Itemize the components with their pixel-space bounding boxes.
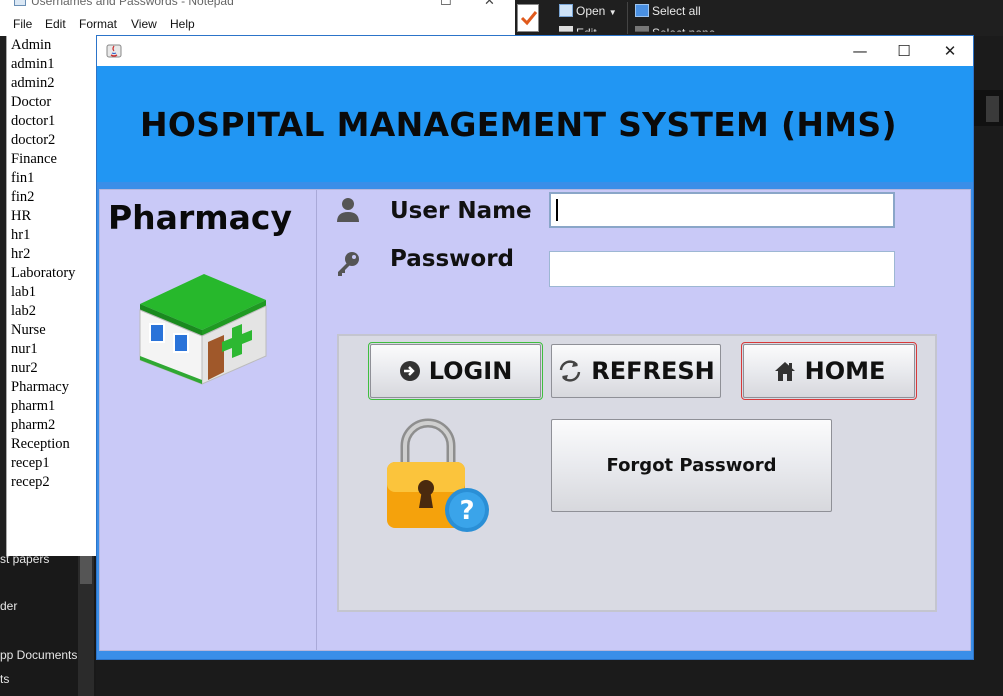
notepad-line: nur1 (11, 341, 38, 357)
notepad-line: HR (11, 208, 32, 224)
notepad-line: doctor2 (11, 132, 56, 148)
notepad-line: pharm1 (11, 398, 56, 414)
menu-view[interactable]: View (131, 17, 157, 31)
notepad-line: Doctor (11, 94, 52, 110)
notepad-line: Pharmacy (11, 379, 69, 395)
pharmacy-building-icon (139, 274, 267, 385)
menu-format[interactable]: Format (79, 17, 117, 31)
refresh-icon (560, 360, 581, 382)
svg-text:?: ? (459, 496, 474, 526)
explorer-right-edge (973, 90, 1003, 126)
app-header: HOSPITAL MANAGEMENT SYSTEM (HMS) (97, 66, 973, 182)
notepad-line: admin1 (11, 56, 55, 72)
forgot-password-label: Forgot Password (606, 455, 777, 476)
home-icon (774, 362, 795, 381)
home-label: HOME (804, 357, 886, 385)
select-all-icon (635, 4, 649, 17)
notepad-menubar: File Edit Format View Help (0, 14, 515, 36)
app-title: HOSPITAL MANAGEMENT SYSTEM (HMS) (140, 105, 897, 144)
explorer-ribbon: Open ▼ Edit Select all Select none (515, 0, 1003, 36)
menu-edit[interactable]: Edit (45, 17, 66, 31)
notepad-line: lab2 (11, 303, 36, 319)
username-label: User Name (390, 198, 532, 224)
notepad-maximize-icon[interactable]: ☐ (440, 0, 452, 9)
notepad-line: Laboratory (11, 265, 76, 281)
home-button[interactable]: HOME (741, 342, 917, 400)
notepad-line: hr1 (11, 227, 31, 243)
window-bottom-border (97, 651, 973, 659)
notepad-line: admin2 (11, 75, 55, 91)
notepad-line: fin1 (11, 170, 35, 186)
password-label: Password (390, 246, 514, 272)
username-input[interactable] (549, 192, 895, 228)
refresh-button[interactable]: REFRESH (551, 344, 721, 398)
nav-scrollbar[interactable] (78, 540, 94, 696)
close-button[interactable]: ✕ (927, 36, 973, 66)
notepad-line: recep1 (11, 455, 50, 471)
login-panel: Pharmacy User Name Password LOGIN REFRES… (99, 189, 971, 651)
nav-item[interactable]: pp Documents (0, 648, 77, 662)
text-caret (556, 199, 558, 221)
notepad-line: recep2 (11, 474, 50, 490)
module-title: Pharmacy (108, 198, 292, 237)
notepad-line: fin2 (11, 189, 35, 205)
notepad-line: lab1 (11, 284, 36, 300)
password-input[interactable] (549, 251, 895, 287)
explorer-nav-pane: st papers der pp Documents ts (0, 540, 96, 696)
notepad-line: hr2 (11, 246, 31, 262)
notepad-close-icon[interactable]: ✕ (484, 0, 495, 9)
menu-file[interactable]: File (13, 17, 32, 31)
nav-item[interactable]: der (0, 599, 17, 613)
notepad-title: Usernames and Passwords - Notepad (14, 0, 234, 8)
chevron-down-icon: ▼ (608, 8, 617, 17)
forgot-password-button[interactable]: Forgot Password (551, 419, 832, 512)
key-icon (338, 252, 359, 276)
lock-question-icon: ? (387, 418, 489, 532)
refresh-label: REFRESH (591, 357, 715, 385)
module-panel: Pharmacy (100, 190, 317, 650)
login-button[interactable]: LOGIN (368, 342, 543, 400)
maximize-button[interactable]: ☐ (881, 36, 927, 66)
user-icon (337, 198, 359, 222)
notepad-text-area[interactable]: Admin admin1 admin2 Doctor doctor1 doctor2 Fin… (6, 36, 96, 556)
notepad-line: Finance (11, 151, 57, 167)
minimize-button[interactable]: — (837, 36, 883, 66)
nav-item[interactable]: ts (0, 672, 9, 686)
notepad-line: doctor1 (11, 113, 56, 129)
ribbon-select-all[interactable]: Select all (635, 4, 701, 18)
button-panel: LOGIN REFRESH HOME ? Forgot Password (337, 334, 937, 612)
checkmark-icon[interactable] (517, 4, 539, 32)
notepad-icon (14, 0, 26, 6)
ribbon-open[interactable]: Open ▼ (559, 4, 617, 18)
ribbon-separator (627, 2, 628, 34)
menu-help[interactable]: Help (170, 17, 195, 31)
java-icon (106, 44, 122, 58)
scroll-block (986, 96, 999, 122)
notepad-line: pharm2 (11, 417, 56, 433)
title-bar: — ☐ ✕ (97, 36, 973, 66)
open-icon (559, 4, 573, 17)
hms-login-window: — ☐ ✕ HOSPITAL MANAGEMENT SYSTEM (HMS) P… (96, 35, 974, 660)
notepad-line: nur2 (11, 360, 38, 376)
notepad-line: Admin (11, 37, 52, 53)
login-label: LOGIN (428, 357, 513, 385)
notepad-line: Reception (11, 436, 70, 452)
notepad-line: Nurse (11, 322, 46, 338)
sign-in-icon (399, 361, 420, 381)
